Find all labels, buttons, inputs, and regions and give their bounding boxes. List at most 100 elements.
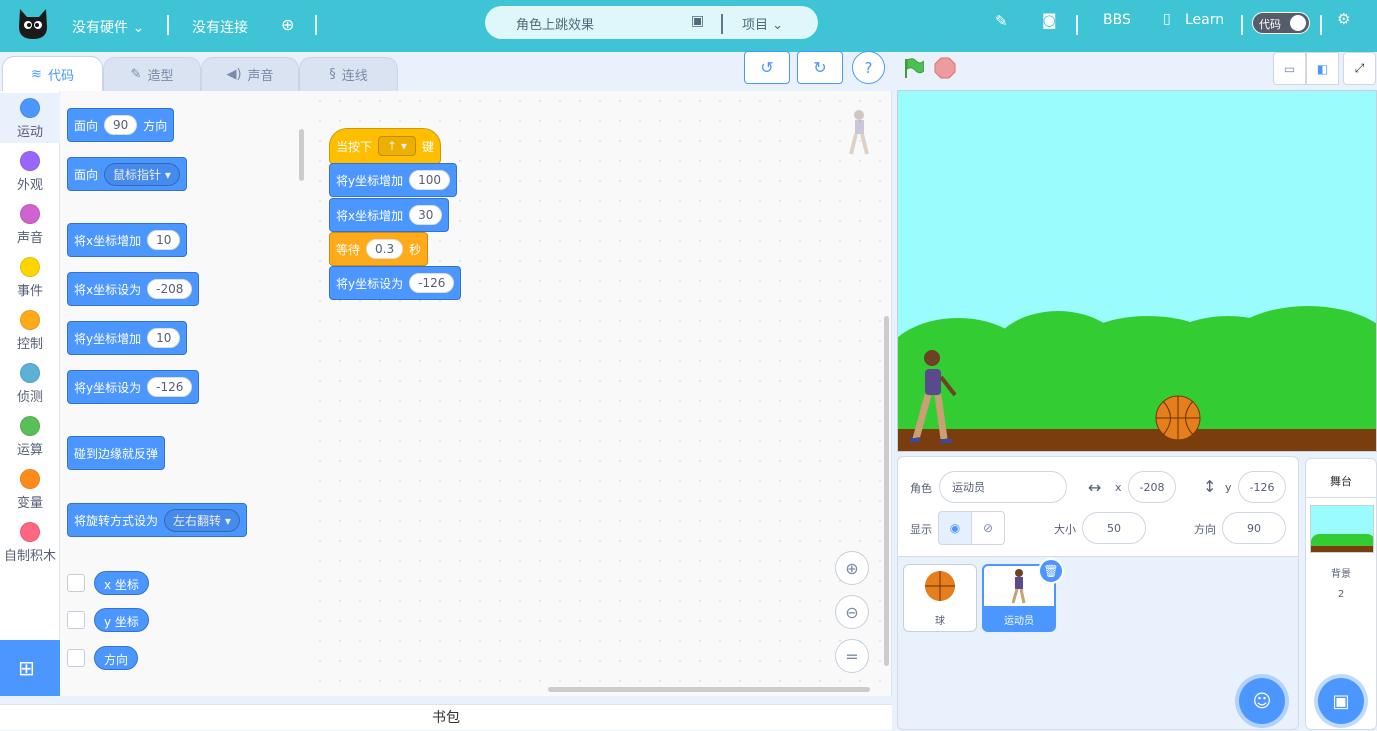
fullscreen-icon[interactable]: ⤢ (1343, 52, 1376, 85)
script-scrollbar-v[interactable] (884, 316, 889, 666)
category-sound[interactable]: 声音 (0, 199, 60, 246)
code-toggle[interactable]: 代码 (1252, 12, 1310, 34)
rotation-dropdown[interactable]: 左右翻转 ▾ (164, 508, 240, 532)
script-scrollbar-h[interactable] (548, 687, 870, 692)
sprite-name-input[interactable]: 运动员 (939, 471, 1067, 503)
tab-sound[interactable]: ◀) 声音 (201, 57, 299, 91)
divider (1076, 15, 1078, 35)
tab-code[interactable]: ≋ 代码 (2, 56, 103, 92)
when-key-pressed-block[interactable]: 当按下 ↑ ▾ 键 (329, 128, 441, 164)
category-variables[interactable]: 变量 (0, 464, 60, 511)
redo-button[interactable]: ↻ (797, 51, 843, 84)
chevron-down-icon: ⌄ (772, 18, 784, 33)
project-title-bar: 角色上跳效果 ▣ 项目 ⌄ (485, 6, 818, 39)
block-label: 当按下 (336, 139, 373, 154)
small-stage-button[interactable]: ▭ (1273, 52, 1306, 85)
tab-costume[interactable]: ✎ 造型 (103, 57, 201, 91)
camera-icon[interactable]: ◙ (1042, 11, 1057, 29)
y-position-checkbox[interactable] (67, 611, 85, 629)
show-visible-button[interactable]: ◉ (938, 511, 972, 545)
normal-stage-button[interactable]: ◧ (1306, 52, 1339, 85)
point-towards-block[interactable]: 面向 鼠标指针 ▾ (67, 157, 187, 191)
tab-wire[interactable]: § 连线 (299, 57, 398, 91)
zoom-out-button[interactable]: ⊖ (835, 595, 869, 629)
direction-checkbox[interactable] (67, 649, 85, 667)
number-input[interactable]: -126 (147, 377, 193, 397)
number-input[interactable]: -208 (147, 279, 193, 299)
set-y-block[interactable]: 将y坐标设为 -126 (329, 266, 462, 300)
delete-sprite-button[interactable]: 🗑 (1038, 558, 1064, 584)
y-position-reporter[interactable]: y 坐标 (94, 608, 149, 632)
show-hidden-button[interactable]: ⊘ (971, 511, 1005, 545)
set-rotation-style-block[interactable]: 将旋转方式设为 左右翻转 ▾ (67, 503, 247, 537)
save-icon[interactable]: ▣ (691, 13, 704, 29)
stop-icon[interactable] (934, 57, 956, 82)
direction-input[interactable]: 90 (1222, 512, 1286, 544)
number-input[interactable]: 10 (147, 328, 181, 348)
add-backdrop-button[interactable]: ▣ (1318, 678, 1364, 724)
bounce-block[interactable]: 碰到边缘就反弹 (67, 436, 166, 470)
size-label: 大小 (1054, 523, 1076, 536)
category-my-blocks[interactable]: 自制积木 (0, 517, 60, 564)
category-motion[interactable]: 运动 (0, 93, 60, 143)
change-x-block[interactable]: 将x坐标增加 30 (329, 198, 450, 232)
globe-icon[interactable]: ⊕ (281, 15, 294, 34)
chevron-down-icon: ⌄ (132, 20, 145, 36)
block-label: 键 (421, 139, 434, 154)
backpack[interactable]: 书包 (0, 704, 892, 730)
cat-logo-icon[interactable] (16, 5, 50, 41)
set-y-block[interactable]: 将y坐标设为 -126 (67, 370, 200, 404)
block-label: 将y坐标增加 (336, 173, 404, 188)
stage-canvas[interactable] (897, 90, 1377, 452)
y-label: y (1225, 481, 1232, 494)
project-menu-label: 项目 (742, 18, 769, 33)
tab-wire-label: 连线 (341, 69, 368, 84)
add-sprite-button[interactable]: ☺ (1239, 678, 1285, 724)
number-input[interactable]: 10 (147, 230, 181, 250)
green-flag-icon[interactable] (902, 56, 925, 83)
size-input[interactable]: 50 (1082, 512, 1146, 544)
project-menu[interactable]: 项目 ⌄ (742, 14, 783, 33)
number-input[interactable]: 0.3 (366, 239, 404, 259)
category-control[interactable]: 控制 (0, 305, 60, 352)
pencil-icon[interactable]: ✎ (995, 12, 1008, 30)
change-y-block[interactable]: 将y坐标增加 100 (329, 163, 458, 197)
zoom-in-button[interactable]: ⊕ (835, 551, 869, 585)
number-input[interactable]: 100 (409, 170, 451, 190)
project-title[interactable]: 角色上跳效果 (516, 14, 594, 33)
change-y-block[interactable]: 将y坐标增加 10 (67, 321, 188, 355)
x-input[interactable]: -208 (1128, 471, 1176, 503)
speaker-icon: ◀) (226, 67, 242, 82)
category-looks[interactable]: 外观 (0, 146, 60, 193)
number-input[interactable]: -126 (409, 273, 455, 293)
help-button[interactable]: ? (852, 51, 885, 84)
target-dropdown[interactable]: 鼠标指针 ▾ (104, 162, 180, 186)
settings-icon[interactable]: ⚙ (1337, 10, 1350, 28)
hardware-menu[interactable]: 没有硬件 ⌄ (72, 17, 144, 37)
category-operators[interactable]: 运算 (0, 411, 60, 458)
direction-label: 方向 (1194, 523, 1216, 536)
add-extension-button[interactable]: ⊞ (0, 640, 60, 696)
direction-reporter[interactable]: 方向 (94, 646, 139, 670)
change-x-block[interactable]: 将x坐标增加 10 (67, 223, 188, 257)
palette-scrollbar[interactable] (299, 129, 304, 181)
y-input[interactable]: -126 (1238, 471, 1286, 503)
wait-block[interactable]: 等待 0.3 秒 (329, 232, 429, 266)
x-position-reporter[interactable]: x 坐标 (94, 571, 149, 595)
undo-button[interactable]: ↺ (744, 51, 790, 84)
connection-menu[interactable]: 没有连接 (192, 17, 248, 37)
bbs-link[interactable]: BBS (1103, 12, 1131, 28)
category-sensing[interactable]: 侦测 (0, 358, 60, 405)
category-events[interactable]: 事件 (0, 252, 60, 299)
direction-input[interactable]: 90 (104, 115, 138, 135)
point-in-direction-block[interactable]: 面向 90 方向 (67, 108, 175, 142)
set-x-block[interactable]: 将x坐标设为 -208 (67, 272, 200, 306)
learn-link[interactable]: Learn (1185, 12, 1224, 28)
x-position-checkbox[interactable] (67, 574, 85, 592)
number-input[interactable]: 30 (409, 205, 443, 225)
zoom-reset-button[interactable]: = (835, 639, 869, 673)
add-sprite-icon: ☺ (1252, 690, 1272, 712)
key-dropdown[interactable]: ↑ ▾ (378, 136, 416, 156)
book-icon: ▯ (1163, 11, 1171, 27)
sprite-thumb-ball[interactable]: 球 (903, 564, 977, 632)
